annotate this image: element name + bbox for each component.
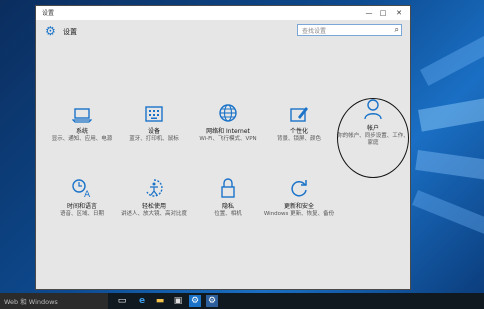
- taskbar-search-box[interactable]: Web 和 Windows: [0, 293, 108, 309]
- tile-privacy[interactable]: 隐私 位置、相机: [191, 176, 265, 218]
- window-title: 设置: [42, 10, 55, 17]
- ease-of-access-icon: [146, 179, 163, 197]
- keyboard-icon: [145, 106, 163, 122]
- tile-time-language[interactable]: A 时间和语言 语音、区域、日期: [45, 176, 119, 218]
- edge-icon[interactable]: e: [136, 295, 148, 307]
- svg-text:A: A: [84, 190, 91, 198]
- tile-ease-of-access[interactable]: 轻松使用 讲述人、放大镜、高对比度: [117, 176, 191, 218]
- tile-privacy-name: 隐私: [221, 203, 234, 210]
- task-view-icon[interactable]: ▭: [116, 295, 128, 307]
- clock-language-icon: A: [72, 179, 91, 198]
- search-input[interactable]: 查找设置 ⌕: [297, 24, 402, 36]
- search-icon: ⌕: [394, 25, 399, 34]
- desktop-light-beam: [420, 27, 484, 86]
- settings-header: ⚙ 设置 查找设置 ⌕: [36, 20, 410, 42]
- tile-system-name: 系统: [75, 128, 88, 135]
- tile-privacy-desc: 位置、相机: [214, 211, 242, 217]
- desktop-light-beam: [418, 94, 484, 132]
- tile-network-desc: Wi-Fi、飞行模式、VPN: [199, 136, 257, 142]
- gear-icon: ⚙: [45, 24, 56, 38]
- tile-update-security-desc: Windows 更新、恢复、备份: [263, 211, 335, 217]
- tile-devices-name: 设备: [147, 128, 160, 135]
- tile-update-security-name: 更新和安全: [283, 203, 314, 210]
- page-title: 设置: [63, 28, 77, 36]
- desktop-light-beam: [415, 150, 484, 183]
- tile-update-security[interactable]: 更新和安全 Windows 更新、恢复、备份: [262, 176, 336, 218]
- taskbar-search-text: Web 和 Windows: [4, 298, 58, 306]
- pen-icon: [290, 107, 308, 122]
- close-button[interactable]: ✕: [392, 6, 406, 20]
- laptop-icon: [72, 108, 92, 123]
- tile-ease-of-access-name: 轻松使用: [141, 203, 166, 210]
- settings-window: 设置 — □ ✕ ⚙ 设置 查找设置 ⌕ 系统 显示、通知、应用、电源 设备 蓝…: [35, 5, 411, 290]
- highlight-circle-annotation: [337, 98, 409, 178]
- settings-app-icon[interactable]: ⚙: [206, 295, 218, 307]
- tile-time-language-desc: 语音、区域、日期: [59, 211, 104, 217]
- tile-ease-of-access-desc: 讲述人、放大镜、高对比度: [120, 211, 187, 217]
- search-placeholder: 查找设置: [302, 28, 327, 35]
- desktop-light-beam: [412, 190, 484, 239]
- globe-icon: [219, 104, 237, 122]
- tile-system-desc: 显示、通知、应用、电源: [51, 136, 113, 142]
- tile-personalization-name: 个性化: [289, 128, 308, 135]
- tile-devices[interactable]: 设备 蓝牙、打印机、鼠标: [117, 101, 191, 143]
- tile-network[interactable]: 网络和 Internet Wi-Fi、飞行模式、VPN: [191, 101, 265, 143]
- maximize-button[interactable]: □: [376, 6, 390, 20]
- tile-network-name: 网络和 Internet: [206, 128, 250, 135]
- tile-system[interactable]: 系统 显示、通知、应用、电源: [45, 101, 119, 143]
- minimize-button[interactable]: —: [362, 6, 376, 20]
- update-icon: [291, 180, 307, 197]
- title-bar[interactable]: 设置 — □ ✕: [36, 6, 410, 20]
- settings-icon[interactable]: ⚙: [189, 295, 201, 307]
- tile-personalization[interactable]: 个性化 背景、锁屏、颜色: [262, 101, 336, 143]
- taskbar: Web 和 Windows ▭ e ▬ ▣ ⚙ ⚙: [0, 293, 484, 309]
- explorer-icon[interactable]: ▬: [154, 295, 166, 307]
- tile-personalization-desc: 背景、锁屏、颜色: [276, 136, 321, 142]
- store-icon[interactable]: ▣: [172, 295, 184, 307]
- lock-icon: [221, 178, 235, 198]
- tile-devices-desc: 蓝牙、打印机、鼠标: [129, 136, 179, 142]
- tile-time-language-name: 时间和语言: [66, 203, 97, 210]
